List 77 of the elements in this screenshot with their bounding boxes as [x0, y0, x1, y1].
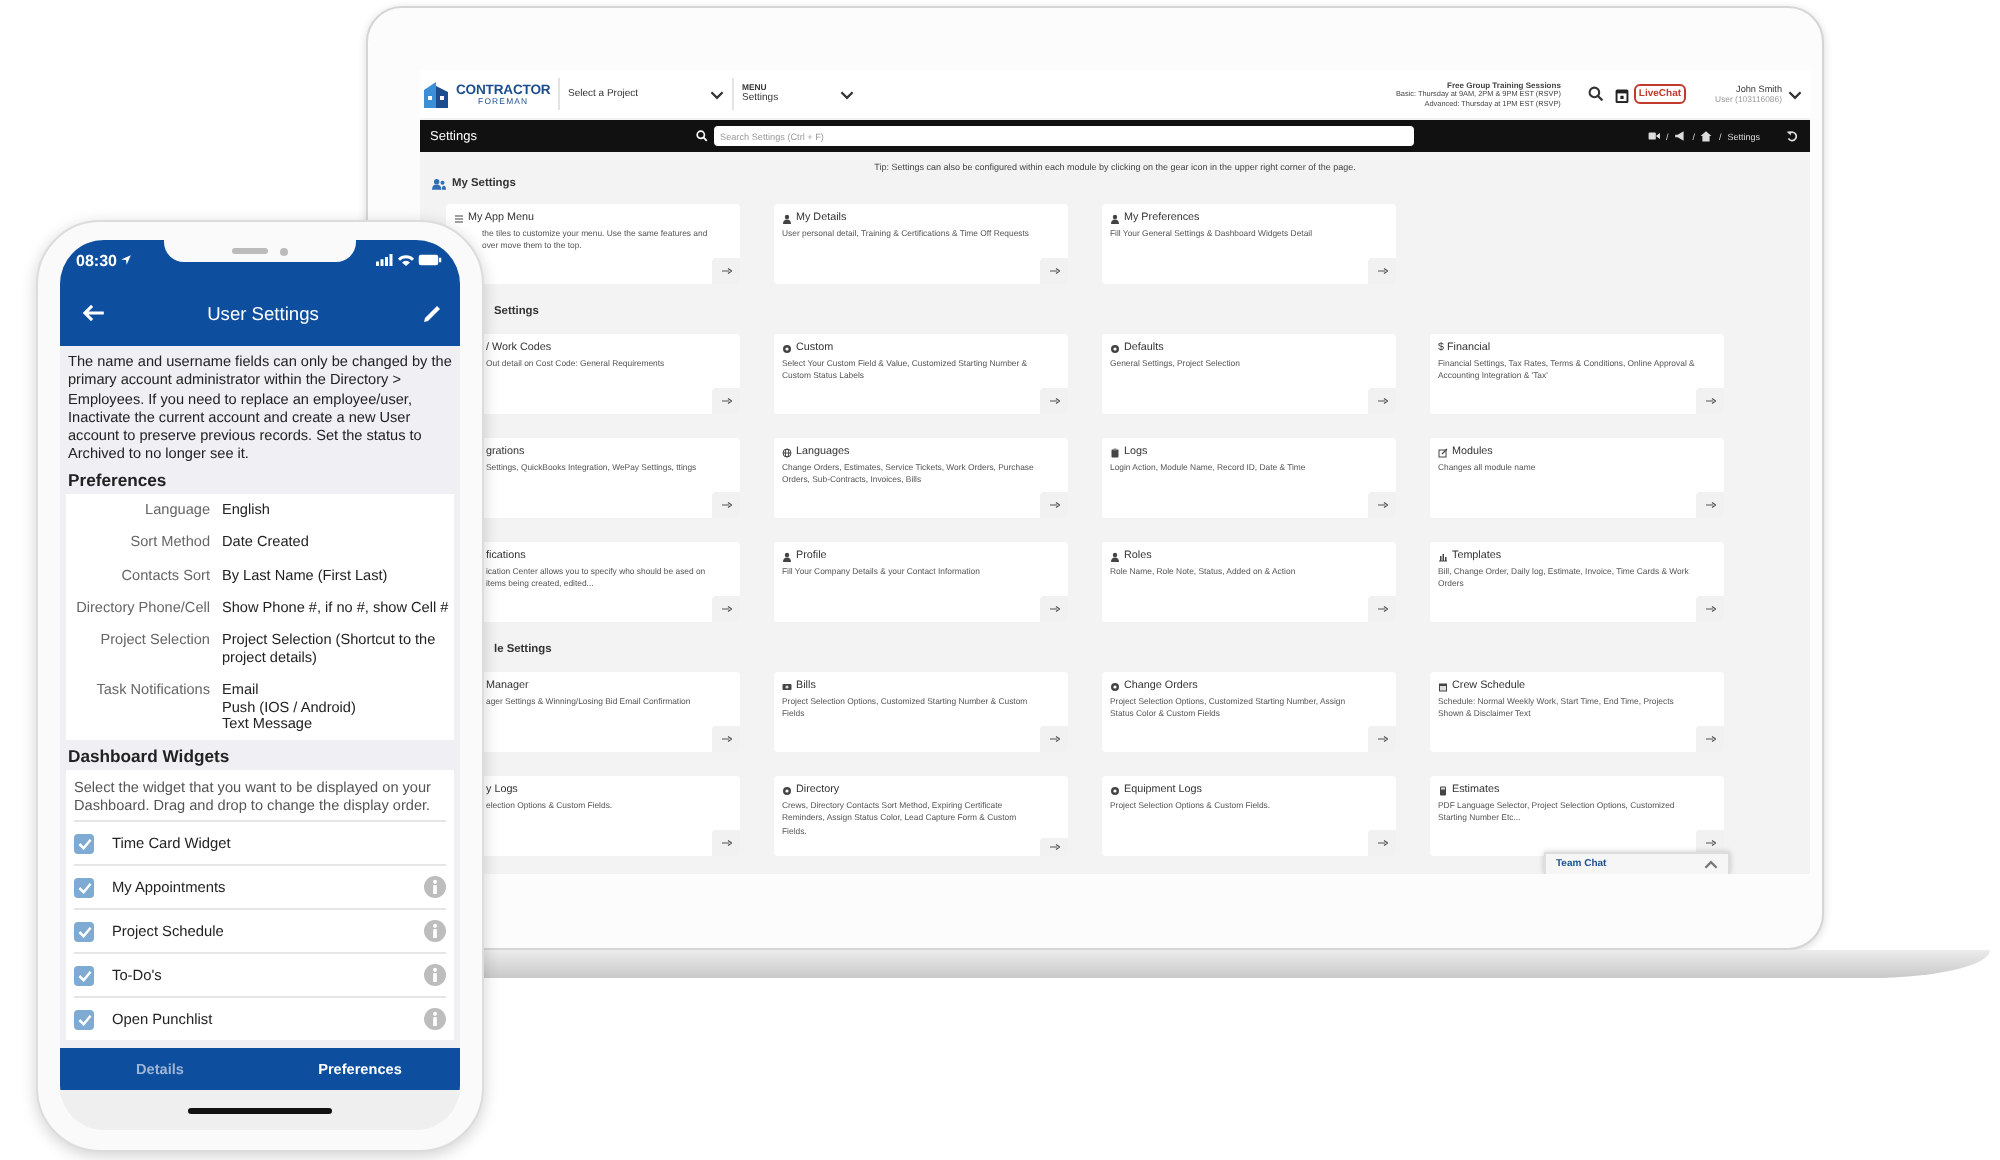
arrow-right-icon	[1049, 843, 1059, 850]
calendar-icon	[1438, 681, 1448, 691]
signal-icon	[376, 254, 394, 266]
arrow-right-icon	[1377, 606, 1387, 612]
megaphone-icon[interactable]	[1674, 130, 1687, 142]
arrow-right-icon	[721, 398, 731, 404]
info-icon[interactable]	[424, 920, 446, 943]
status-time: 08:30	[76, 251, 117, 269]
user-icon	[1110, 213, 1120, 223]
info-icon[interactable]	[424, 876, 446, 899]
chevron-down-icon	[710, 89, 724, 99]
arrow-right-icon	[1049, 268, 1059, 274]
screen-title: User Settings	[207, 303, 319, 323]
home-indicator	[188, 1107, 332, 1113]
arrow-right-icon	[721, 840, 731, 846]
gear-icon	[1110, 785, 1120, 795]
gear-icon	[782, 343, 792, 353]
clipboard-icon	[1110, 447, 1120, 457]
arrow-right-icon	[1049, 606, 1059, 612]
checkmark-icon	[77, 969, 91, 982]
user-icon	[782, 551, 792, 561]
arrow-right-icon	[1705, 502, 1715, 508]
section-heading: Dashboard Widgets	[66, 744, 232, 771]
gear-icon	[1110, 681, 1120, 691]
arrow-right-icon	[1705, 606, 1715, 612]
bar-chart-icon	[1438, 551, 1448, 561]
checkbox[interactable]	[74, 1009, 94, 1030]
video-camera-icon[interactable]	[1647, 130, 1660, 142]
arrow-right-icon	[1049, 736, 1059, 742]
checkbox[interactable]	[74, 921, 94, 942]
info-icon[interactable]	[424, 1008, 446, 1031]
checkbox[interactable]	[74, 965, 94, 986]
back-arrow-icon[interactable]	[82, 304, 104, 322]
checkmark-icon	[77, 881, 91, 894]
arrow-right-icon	[1377, 268, 1387, 274]
undo-icon[interactable]	[1786, 130, 1798, 142]
chevron-up-icon	[1704, 859, 1718, 869]
gear-icon	[1110, 343, 1120, 353]
search-icon	[696, 130, 708, 142]
user-icon	[782, 213, 792, 223]
arrow-right-icon	[1705, 840, 1715, 846]
chevron-down-icon	[1788, 89, 1802, 99]
arrow-right-icon	[721, 736, 731, 742]
user-icon	[1110, 551, 1120, 561]
arrow-right-icon	[721, 606, 731, 612]
arrow-right-icon	[1377, 736, 1387, 742]
globe-icon	[782, 447, 792, 457]
cash-icon	[782, 681, 792, 691]
checkmark-icon	[77, 837, 91, 850]
pencil-icon[interactable]	[422, 303, 442, 323]
search-icon[interactable]	[1588, 86, 1605, 102]
location-arrow-icon	[120, 254, 133, 266]
chevron-down-icon	[840, 89, 854, 99]
users-icon	[432, 178, 446, 190]
checkbox[interactable]	[74, 877, 94, 898]
arrow-right-icon	[721, 268, 731, 274]
edit-icon	[1438, 447, 1448, 457]
calendar-icon[interactable]	[1614, 85, 1631, 103]
arrow-right-icon	[1049, 398, 1059, 404]
list-icon	[454, 213, 464, 223]
wifi-icon	[398, 254, 414, 266]
checkmark-icon	[77, 925, 91, 938]
home-icon[interactable]	[1700, 130, 1713, 142]
arrow-right-icon	[1049, 502, 1059, 508]
arrow-right-icon	[721, 502, 731, 508]
arrow-right-icon	[1377, 398, 1387, 404]
battery-icon	[418, 254, 442, 266]
checkmark-icon	[77, 1013, 91, 1026]
arrow-right-icon	[1377, 840, 1387, 846]
arrow-right-icon	[1377, 502, 1387, 508]
section-heading: Preferences	[66, 467, 169, 494]
info-icon[interactable]	[424, 964, 446, 987]
gear-icon	[782, 785, 792, 795]
calculator-icon	[1438, 785, 1448, 795]
arrow-right-icon	[1705, 736, 1715, 742]
checkbox[interactable]	[74, 833, 94, 854]
arrow-right-icon	[1705, 398, 1715, 404]
